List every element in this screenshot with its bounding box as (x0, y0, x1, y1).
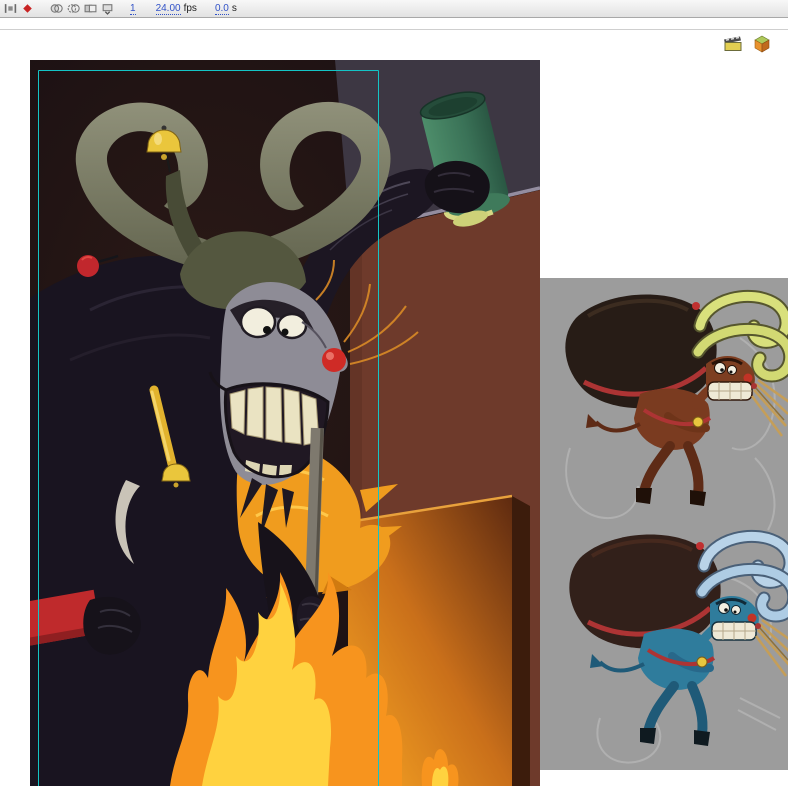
timeline-status-bar: 1 24.00 fps 0.0 s (0, 0, 788, 18)
edit-multiple-frames-icon (84, 4, 97, 13)
elapsed-time-unit: s (231, 3, 237, 14)
right-eye (276, 312, 308, 340)
pom-pom (77, 255, 99, 277)
modify-markers-button[interactable] (101, 2, 114, 15)
reference-panel (540, 278, 788, 770)
edit-bar (723, 35, 772, 53)
modify-markers-icon (102, 4, 113, 15)
edit-scene-button[interactable] (723, 35, 743, 52)
application-window: 1 24.00 fps 0.0 s (0, 0, 788, 786)
jester-illustration (30, 60, 540, 786)
edit-multiple-frames-button[interactable] (84, 2, 97, 15)
frame-rate-unit: fps (183, 3, 197, 14)
center-frame-button[interactable] (4, 2, 17, 15)
frame-rate-field: 24.00 fps (155, 3, 197, 15)
edit-symbol-icon (754, 35, 770, 53)
edit-symbol-button[interactable] (752, 35, 772, 53)
onion-skin-icon (50, 4, 63, 13)
stage-canvas[interactable] (30, 60, 540, 786)
frame-rate-value[interactable]: 24.00 (155, 3, 181, 15)
current-frame-value[interactable]: 1 (130, 3, 136, 15)
edit-scene-icon (724, 36, 742, 51)
red-nose (322, 348, 346, 372)
center-frame-icon (4, 4, 17, 13)
elapsed-time-value[interactable]: 0.0 (214, 3, 229, 15)
onion-skin-outlines-button[interactable] (67, 2, 80, 15)
elapsed-time-field: 0.0 s (214, 3, 237, 15)
onion-skin-button[interactable] (50, 2, 63, 15)
keyframe-marker-icon (21, 2, 34, 15)
onion-skin-outlines-icon (67, 4, 80, 13)
panel-divider (0, 29, 788, 30)
